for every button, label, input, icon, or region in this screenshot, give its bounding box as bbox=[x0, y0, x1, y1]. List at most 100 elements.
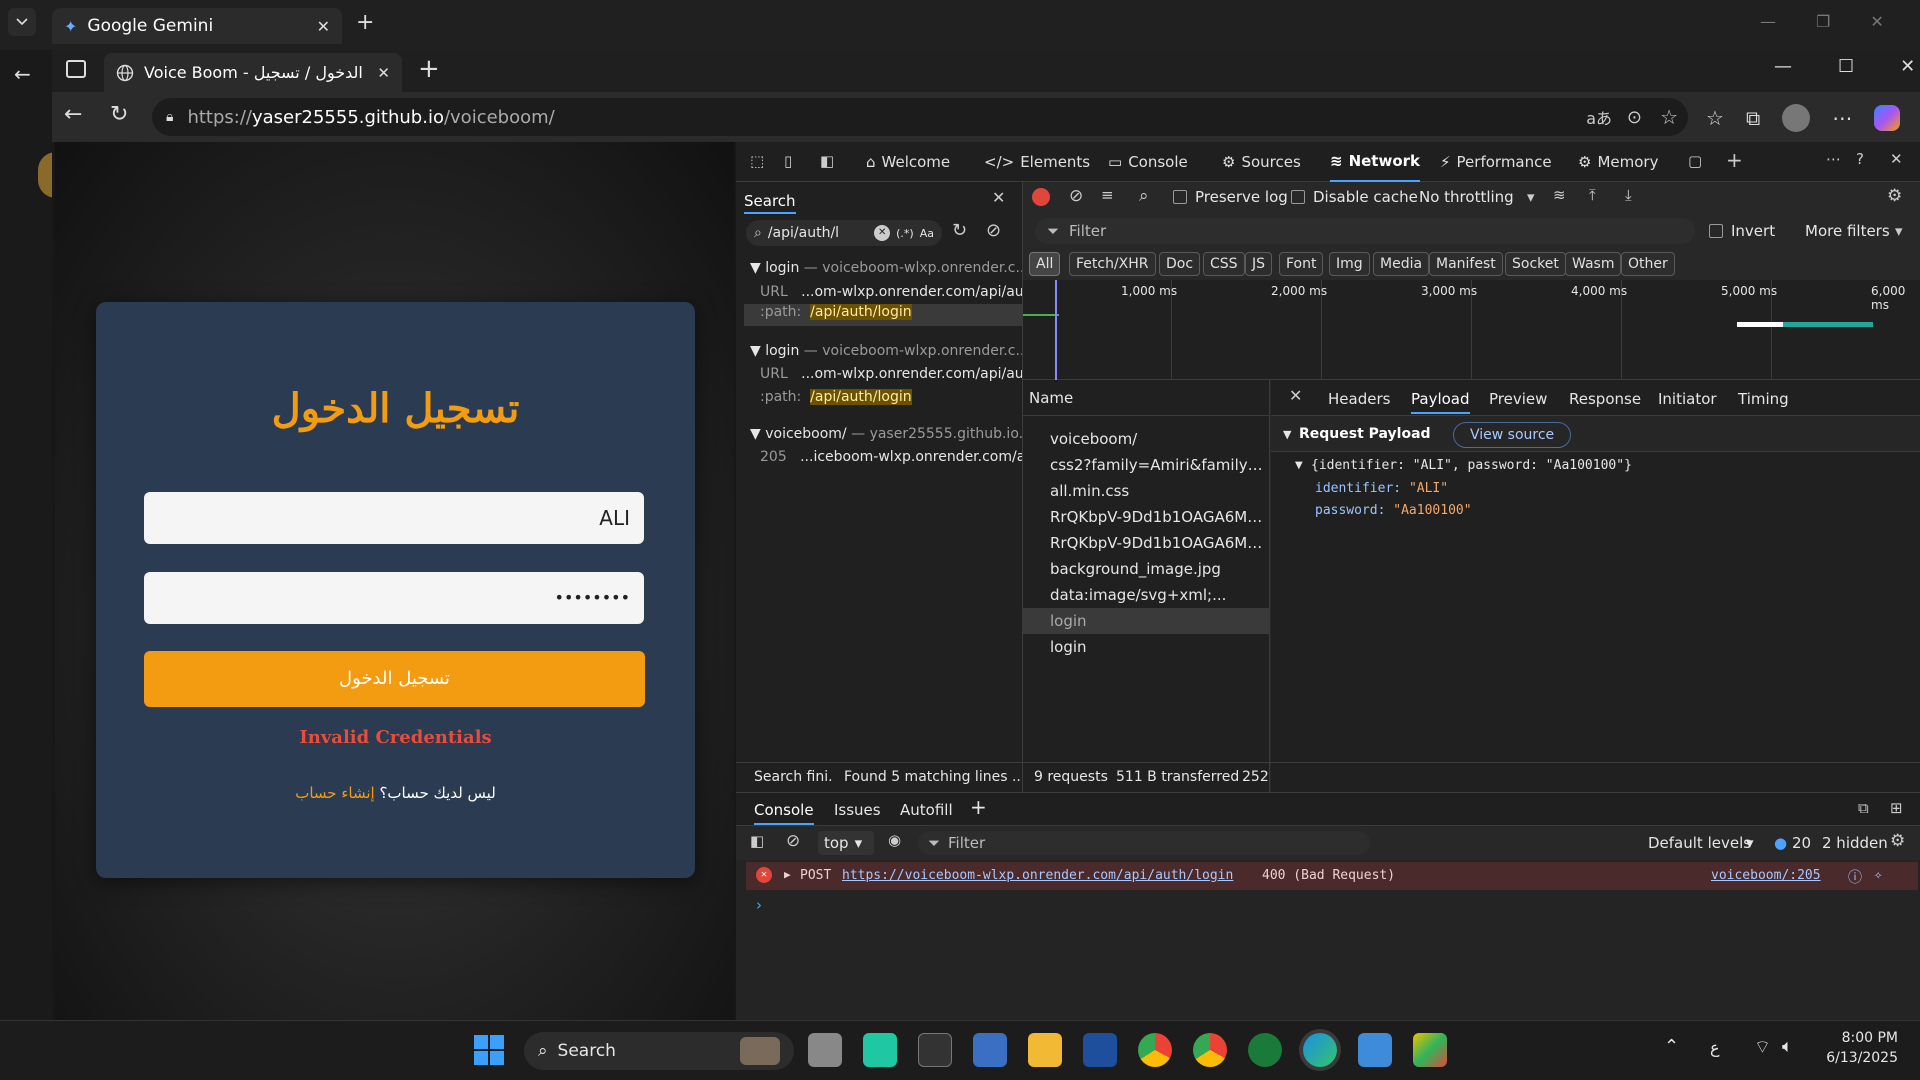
refresh-icon[interactable]: ↻ bbox=[110, 102, 128, 127]
request-row[interactable]: RrQKbpV-9Dd1b1OAGA6M9P... bbox=[1023, 530, 1270, 556]
terminal-icon[interactable] bbox=[918, 1033, 952, 1067]
tab-timing[interactable]: Timing bbox=[1738, 390, 1789, 408]
request-row-selected[interactable]: login bbox=[1023, 608, 1270, 634]
info-icon[interactable]: ⓘ bbox=[1848, 867, 1862, 887]
search-result-group[interactable]: ▼ voiceboom/ — yaser25555.github.io... bbox=[750, 426, 1022, 442]
chrome-profile-icon[interactable] bbox=[1193, 1033, 1227, 1067]
remote-desktop-icon[interactable] bbox=[973, 1033, 1007, 1067]
colorful-app-icon[interactable] bbox=[1413, 1033, 1447, 1067]
address-bar[interactable]: 🔒︎ https://yaser25555.github.io/voiceboo… bbox=[152, 98, 1688, 136]
minimize-icon[interactable]: — bbox=[1774, 56, 1792, 77]
chevron-down-icon[interactable]: ▾ bbox=[1895, 222, 1903, 240]
sidebar-toggle-icon[interactable]: ◧ bbox=[750, 832, 764, 850]
preserve-log-checkbox[interactable] bbox=[1173, 190, 1187, 204]
request-row[interactable]: voiceboom/ bbox=[1023, 426, 1270, 452]
wifi-icon[interactable]: ⌔ bbox=[1754, 1036, 1771, 1059]
clear-search-icon[interactable]: ⊘ bbox=[986, 220, 1001, 241]
console-filter-input[interactable]: ⏷ Filter bbox=[918, 831, 1370, 855]
clear-icon[interactable]: ⊘ bbox=[1069, 186, 1083, 206]
chip-socket[interactable]: Socket bbox=[1505, 252, 1566, 276]
drawer-tab-issues[interactable]: Issues bbox=[834, 801, 881, 819]
settings-gear-icon[interactable]: ⚙ bbox=[1887, 186, 1902, 206]
invert-checkbox[interactable] bbox=[1709, 224, 1723, 238]
chip-manifest[interactable]: Manifest bbox=[1429, 252, 1503, 276]
menu-icon[interactable]: ⋯ bbox=[1832, 106, 1852, 130]
log-levels-select[interactable]: Default levels bbox=[1648, 834, 1751, 852]
start-windows-icon[interactable] bbox=[474, 1035, 504, 1065]
chip-doc[interactable]: Doc bbox=[1159, 252, 1201, 276]
chevron-up-icon[interactable]: ⌃ bbox=[1664, 1036, 1679, 1057]
more-icon[interactable]: ⊙ bbox=[1627, 107, 1642, 128]
error-source-link[interactable]: voiceboom/:205 bbox=[1711, 868, 1821, 883]
edge-canary-icon[interactable] bbox=[1303, 1033, 1337, 1067]
search-result-line[interactable]: URL ...om-wlxp.onrender.com/api/au... bbox=[760, 366, 1022, 382]
tab-list-dropdown[interactable] bbox=[8, 8, 36, 36]
console-error-row[interactable]: ✕ ▶ POST https://voiceboom-wlxp.onrender… bbox=[746, 862, 1918, 890]
add-drawer-tab-icon[interactable]: + bbox=[970, 795, 987, 819]
throttling-select[interactable]: No throttling bbox=[1419, 188, 1514, 206]
more-icon[interactable]: ⋯ bbox=[1826, 150, 1841, 168]
help-icon[interactable]: ? bbox=[1856, 150, 1864, 168]
tab-elements[interactable]: </> Elements bbox=[984, 142, 1090, 182]
import-har-icon[interactable]: ⤒ bbox=[1589, 186, 1596, 204]
network-conditions-icon[interactable]: ≋ bbox=[1553, 186, 1566, 204]
input-language[interactable]: ع bbox=[1710, 1038, 1720, 1057]
export-har-icon[interactable]: ⤓ bbox=[1625, 186, 1632, 204]
dock-drawer-icon[interactable]: ⧉ bbox=[1858, 799, 1869, 817]
request-row[interactable]: all.min.css bbox=[1023, 478, 1270, 504]
error-url-link[interactable]: https://voiceboom-wlxp.onrender.com/api/… bbox=[842, 868, 1233, 883]
clock-time[interactable]: 8:00 PM bbox=[1836, 1030, 1898, 1046]
new-tab-button[interactable]: + bbox=[356, 10, 374, 35]
tab-console[interactable]: ▭ Console bbox=[1108, 142, 1188, 182]
chevron-down-icon[interactable]: ▾ bbox=[1527, 188, 1535, 206]
clear-console-icon[interactable]: ⊘ bbox=[786, 831, 800, 851]
favorite-star-icon[interactable]: ☆ bbox=[1660, 105, 1678, 129]
search-result-line[interactable]: URL ...om-wlxp.onrender.com/api/au... bbox=[760, 284, 1022, 300]
chip-fetch-xhr[interactable]: Fetch/XHR bbox=[1069, 252, 1156, 276]
chevron-down-icon[interactable]: ▾ bbox=[1746, 834, 1754, 852]
chip-other[interactable]: Other bbox=[1621, 252, 1675, 276]
tab-sources[interactable]: ⚙ Sources bbox=[1222, 142, 1301, 182]
expand-triangle-icon[interactable]: ▼ bbox=[1295, 460, 1303, 471]
copilot-icon[interactable] bbox=[1874, 105, 1901, 131]
request-row[interactable]: data:image/svg+xml;... bbox=[1023, 582, 1270, 608]
tab-initiator[interactable]: Initiator bbox=[1658, 390, 1717, 408]
close-search-icon[interactable]: ✕ bbox=[992, 188, 1005, 207]
request-row[interactable]: RrQKbpV-9Dd1b1OAGA6M9P... bbox=[1023, 504, 1270, 530]
search-result-line[interactable]: :path: /api/auth/login bbox=[744, 304, 1022, 326]
maximize-icon[interactable]: ❐ bbox=[1816, 12, 1830, 31]
new-tab-button[interactable]: + bbox=[418, 54, 440, 84]
dock-icon[interactable]: ◧ bbox=[820, 152, 834, 170]
profile-icon[interactable] bbox=[1782, 104, 1811, 132]
console-prompt-chevron-icon[interactable]: › bbox=[756, 896, 762, 914]
request-row[interactable]: login bbox=[1023, 634, 1270, 660]
regex-toggle[interactable]: (.*) bbox=[896, 227, 914, 240]
inner-browser-tab[interactable]: Voice Boom - تسجيل الدخول / تسجيل ✕ bbox=[104, 53, 402, 92]
drawer-tab-console[interactable]: Console bbox=[754, 801, 814, 825]
search-result-line[interactable]: :path: /api/auth/login bbox=[760, 389, 1022, 405]
tab-memory[interactable]: ⚙ Memory bbox=[1578, 142, 1658, 182]
close-window-icon[interactable]: ✕ bbox=[1900, 56, 1915, 77]
request-row[interactable]: background_image.jpg bbox=[1023, 556, 1270, 582]
close-devtools-icon[interactable]: ✕ bbox=[1890, 150, 1903, 168]
favorites-icon[interactable]: ☆ bbox=[1706, 106, 1724, 130]
login-button[interactable]: تسجيل الدخول bbox=[144, 651, 645, 707]
search-result-group[interactable]: ▼ login — voiceboom-wlxp.onrender.c... bbox=[750, 260, 1022, 276]
tab-response[interactable]: Response bbox=[1569, 390, 1641, 408]
task-view-icon[interactable] bbox=[808, 1033, 842, 1067]
search-result-line[interactable]: 205 ...iceboom-wlxp.onrender.com/a... bbox=[760, 449, 1022, 465]
tab-welcome[interactable]: ⌂ Welcome bbox=[866, 142, 950, 182]
username-input[interactable]: ALI bbox=[144, 492, 644, 544]
back-arrow-icon[interactable]: ← bbox=[14, 62, 31, 86]
inspect-icon[interactable]: ⬚ bbox=[750, 152, 764, 170]
extensions-icon[interactable]: ⧉ bbox=[1746, 106, 1760, 130]
app-icon[interactable] bbox=[863, 1033, 897, 1067]
clock-date[interactable]: 6/13/2025 bbox=[1822, 1050, 1898, 1066]
search-tab[interactable]: Search bbox=[744, 192, 796, 214]
chip-all[interactable]: All bbox=[1029, 252, 1061, 276]
close-window-icon[interactable]: ✕ bbox=[1870, 12, 1883, 31]
copilot-explain-icon[interactable]: ✧ bbox=[1874, 867, 1882, 883]
chip-js[interactable]: JS bbox=[1245, 252, 1273, 276]
close-icon[interactable]: ✕ bbox=[377, 64, 390, 82]
disable-cache-checkbox[interactable] bbox=[1291, 190, 1305, 204]
